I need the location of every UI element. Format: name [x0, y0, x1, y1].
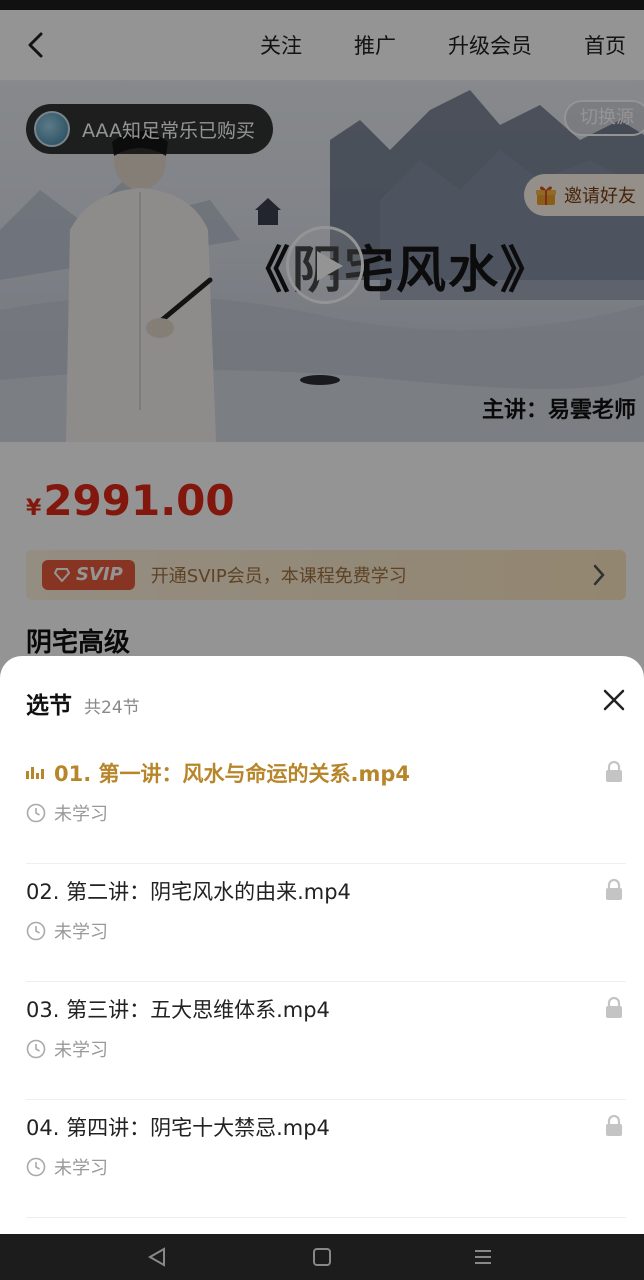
lesson-title-row: 04. 第四讲：阴宅十大禁忌.mp4 [26, 1112, 330, 1142]
now-playing-icon [26, 767, 44, 779]
sheet-header: 选节 共24节 [26, 686, 140, 720]
lesson-status-text: 未学习 [54, 922, 108, 943]
lesson-title: 04. 第四讲：阴宅十大禁忌.mp4 [26, 1116, 330, 1140]
lesson-status: 未学习 [26, 800, 108, 826]
lock-icon [606, 1114, 622, 1136]
clock-icon [26, 1157, 46, 1177]
lesson-count: 共24节 [84, 698, 140, 718]
nav-menu-icon[interactable] [472, 1246, 494, 1268]
lesson-title: 02. 第二讲：阴宅风水的由来.mp4 [26, 880, 351, 904]
system-navigation-bar [0, 1234, 644, 1280]
lesson-title-row: 03. 第三讲：五大思维体系.mp4 [26, 994, 330, 1024]
lesson-title: 03. 第三讲：五大思维体系.mp4 [26, 998, 330, 1022]
lesson-status: 未学习 [26, 1154, 108, 1180]
lesson-status-text: 未学习 [54, 1158, 108, 1179]
lesson-status-text: 未学习 [54, 1040, 108, 1061]
lock-icon [606, 760, 622, 782]
lesson-selector-sheet: 选节 共24节 01. 第一讲：风水与命运的关系.mp4 未学习 02. 第二讲… [0, 656, 644, 1234]
close-icon[interactable] [600, 686, 628, 714]
lesson-item[interactable]: 02. 第二讲：阴宅风水的由来.mp4 未学习 [0, 864, 644, 982]
lesson-title-row: 01. 第一讲：风水与命运的关系.mp4 [26, 758, 410, 788]
status-bar [0, 0, 644, 10]
lesson-list: 01. 第一讲：风水与命运的关系.mp4 未学习 02. 第二讲：阴宅风水的由来… [0, 746, 644, 1218]
lesson-status: 未学习 [26, 918, 108, 944]
lesson-item[interactable]: 03. 第三讲：五大思维体系.mp4 未学习 [0, 982, 644, 1100]
clock-icon [26, 921, 46, 941]
lesson-status: 未学习 [26, 1036, 108, 1062]
lesson-title: 01. 第一讲：风水与命运的关系.mp4 [54, 762, 411, 786]
clock-icon [26, 1039, 46, 1059]
clock-icon [26, 803, 46, 823]
nav-home-icon[interactable] [311, 1246, 333, 1268]
lesson-title-row: 02. 第二讲：阴宅风水的由来.mp4 [26, 876, 351, 906]
sheet-title: 选节 [26, 693, 72, 719]
lesson-item[interactable]: 01. 第一讲：风水与命运的关系.mp4 未学习 [0, 746, 644, 864]
lock-icon [606, 878, 622, 900]
nav-back-icon[interactable] [146, 1246, 168, 1268]
lesson-item[interactable]: 04. 第四讲：阴宅十大禁忌.mp4 未学习 [0, 1100, 644, 1218]
lesson-status-text: 未学习 [54, 804, 108, 825]
lock-icon [606, 996, 622, 1018]
